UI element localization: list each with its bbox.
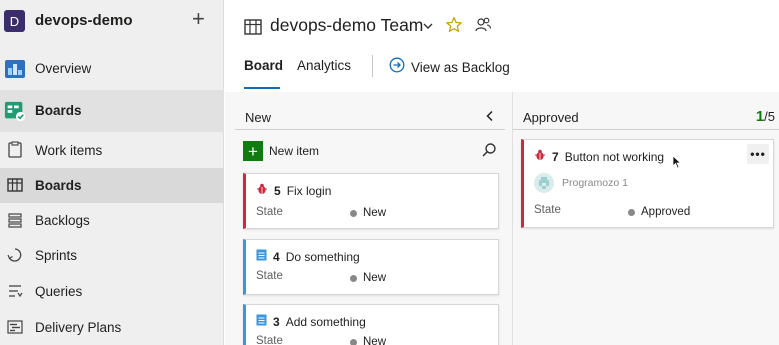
overview-icon bbox=[4, 58, 26, 80]
delivery-plans-icon bbox=[4, 316, 26, 338]
state-value[interactable]: New bbox=[350, 272, 386, 284]
new-item-label: New item bbox=[269, 144, 320, 158]
work-item-title[interactable]: Add something bbox=[286, 315, 366, 329]
project-header: D devops-demo + bbox=[0, 0, 224, 44]
arrow-circle-right-icon bbox=[389, 57, 405, 78]
kanban-board: New + New item 5 Fix login State New 4 D… bbox=[225, 92, 779, 345]
column-title: New bbox=[245, 110, 272, 125]
boards-hub-icon bbox=[4, 100, 26, 122]
state-value[interactable]: New bbox=[350, 207, 386, 219]
bug-icon bbox=[256, 182, 268, 200]
view-as-backlog-button[interactable]: View as Backlog bbox=[389, 57, 510, 78]
task-icon bbox=[256, 313, 267, 331]
tab-active-indicator bbox=[244, 87, 280, 89]
tab-analytics[interactable]: Analytics bbox=[297, 58, 351, 73]
state-label: State bbox=[256, 335, 283, 345]
project-avatar[interactable]: D bbox=[4, 10, 25, 32]
wip-current: 1 bbox=[755, 108, 765, 125]
more-actions-button[interactable]: ••• bbox=[747, 144, 769, 164]
work-item-id: 4 bbox=[273, 250, 280, 264]
state-value[interactable]: Approved bbox=[628, 206, 690, 218]
sidebar-item-label: Boards bbox=[35, 178, 82, 193]
column-wip-count: 1/5 bbox=[756, 108, 775, 125]
state-dot-icon bbox=[350, 274, 357, 282]
sidebar-item-delivery-plans[interactable]: Delivery Plans bbox=[0, 310, 224, 345]
column-approved: Approved 1/5 7 Button not working ••• Pr… bbox=[512, 92, 779, 345]
sidebar: D devops-demo + Overview Boards Work ite… bbox=[0, 0, 224, 345]
sidebar-item-overview[interactable]: Overview bbox=[0, 52, 224, 86]
team-members-icon[interactable] bbox=[474, 16, 492, 39]
sidebar-item-label: Delivery Plans bbox=[35, 320, 122, 335]
work-item-card[interactable]: 5 Fix login State New bbox=[243, 173, 499, 229]
plus-icon: + bbox=[243, 141, 263, 161]
state-dot-icon bbox=[350, 338, 357, 345]
queries-icon bbox=[4, 280, 26, 302]
sprints-icon bbox=[4, 244, 26, 266]
collapse-column-icon[interactable] bbox=[485, 109, 495, 125]
sidebar-item-backlogs[interactable]: Backlogs bbox=[0, 203, 224, 238]
work-item-card[interactable]: 4 Do something State New bbox=[243, 239, 499, 295]
sidebar-item-label: Boards bbox=[35, 103, 82, 118]
board-header: devops-demo Team Board Analytics View as… bbox=[225, 0, 779, 90]
star-icon[interactable] bbox=[445, 16, 463, 39]
state-label: State bbox=[256, 270, 283, 282]
mouse-cursor-icon bbox=[672, 155, 682, 174]
work-item-title[interactable]: Fix login bbox=[287, 184, 332, 198]
sidebar-item-label: Work items bbox=[35, 143, 103, 158]
chevron-down-icon[interactable] bbox=[422, 19, 434, 37]
sidebar-item-queries[interactable]: Queries bbox=[0, 274, 224, 309]
team-board-icon bbox=[244, 19, 262, 40]
task-icon bbox=[256, 248, 267, 266]
sidebar-item-label: Sprints bbox=[35, 248, 78, 263]
search-icon[interactable] bbox=[481, 142, 497, 163]
column-new: New + New item 5 Fix login State New 4 D… bbox=[235, 92, 505, 345]
column-header: New bbox=[235, 92, 505, 130]
sidebar-item-boards-hub[interactable]: Boards bbox=[0, 90, 224, 132]
boards-icon bbox=[4, 174, 26, 196]
bug-icon bbox=[534, 148, 546, 166]
assignee-name: Programozo 1 bbox=[562, 177, 628, 189]
state-text: New bbox=[363, 272, 387, 284]
sidebar-item-label: Backlogs bbox=[35, 213, 90, 228]
work-item-id: 5 bbox=[274, 184, 281, 198]
state-value[interactable]: New bbox=[350, 336, 386, 345]
sidebar-item-label: Overview bbox=[35, 61, 92, 76]
team-title[interactable]: devops-demo Team bbox=[270, 15, 423, 36]
work-item-card[interactable]: 3 Add something State New bbox=[243, 304, 499, 345]
new-item-button[interactable]: + New item bbox=[243, 140, 319, 162]
card-title-row: 7 Button not working bbox=[534, 148, 664, 166]
state-dot-icon bbox=[350, 209, 357, 217]
app-root: D devops-demo + Overview Boards Work ite… bbox=[0, 0, 779, 345]
card-title-row: 4 Do something bbox=[256, 248, 360, 266]
work-item-id: 3 bbox=[273, 315, 280, 329]
state-dot-icon bbox=[628, 208, 635, 216]
column-header: Approved 1/5 bbox=[513, 92, 779, 130]
state-text: Approved bbox=[641, 206, 691, 218]
sidebar-item-sprints[interactable]: Sprints bbox=[0, 238, 224, 273]
sidebar-item-work-items[interactable]: Work items bbox=[0, 133, 224, 168]
toolbar-divider bbox=[372, 55, 373, 77]
work-item-title[interactable]: Do something bbox=[286, 250, 360, 264]
tab-board[interactable]: Board bbox=[244, 58, 283, 73]
state-text: New bbox=[363, 207, 387, 219]
work-item-id: 7 bbox=[552, 150, 559, 164]
state-label: State bbox=[256, 206, 283, 218]
avatar bbox=[534, 173, 554, 193]
sidebar-item-boards[interactable]: Boards bbox=[0, 168, 224, 203]
work-item-card[interactable]: 7 Button not working ••• Programozo 1 St… bbox=[521, 139, 774, 228]
card-title-row: 3 Add something bbox=[256, 313, 366, 331]
project-name[interactable]: devops-demo bbox=[35, 12, 133, 29]
wip-limit: /5 bbox=[764, 109, 775, 124]
sidebar-item-label: Queries bbox=[35, 284, 83, 299]
column-title: Approved bbox=[523, 110, 579, 125]
assignee[interactable]: Programozo 1 bbox=[534, 173, 628, 193]
work-item-title[interactable]: Button not working bbox=[565, 150, 664, 164]
backlogs-icon bbox=[4, 209, 26, 231]
view-as-backlog-label: View as Backlog bbox=[411, 60, 510, 75]
work-items-icon bbox=[4, 139, 26, 161]
state-text: New bbox=[363, 336, 387, 345]
add-icon[interactable]: + bbox=[192, 8, 205, 30]
state-label: State bbox=[534, 204, 561, 216]
card-title-row: 5 Fix login bbox=[256, 182, 331, 200]
